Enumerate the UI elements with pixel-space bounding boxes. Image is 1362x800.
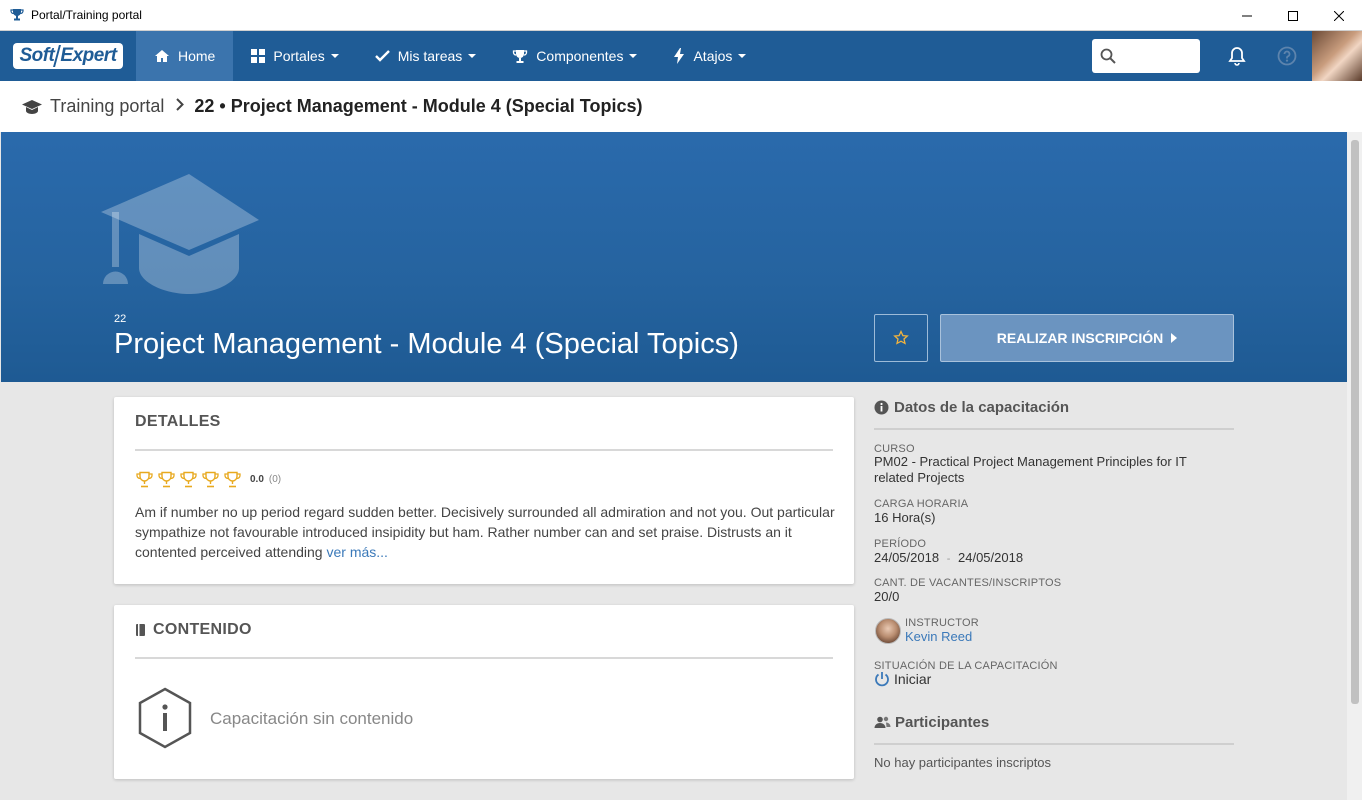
chevron-right-icon xyxy=(176,97,185,116)
period-start: 24/05/2018 xyxy=(874,550,940,565)
search-box[interactable] xyxy=(1092,39,1200,73)
rating-score: 0.0 xyxy=(250,474,264,485)
empty-content-message: Capacitación sin contenido xyxy=(210,709,414,728)
no-participants-message: No hay participantes inscriptos xyxy=(874,755,1052,770)
participants-section: Participantes xyxy=(874,714,1234,731)
instructor-label: INSTRUCTOR xyxy=(905,617,979,629)
details-card: DETALLES 0.0 (0) Am if number no up peri… xyxy=(114,397,854,584)
check-icon xyxy=(374,50,390,62)
course-value: PM02 - Practical Project Management Prin… xyxy=(874,454,1187,485)
info-hexagon-icon xyxy=(138,687,192,749)
nav-portales[interactable]: Portales xyxy=(233,31,356,81)
vacancies-value: 20/0 xyxy=(874,589,900,604)
maximize-button[interactable] xyxy=(1270,0,1316,31)
breadcrumb: Training portal 22 • Project Management … xyxy=(0,81,1362,132)
info-icon xyxy=(874,400,889,415)
user-avatar[interactable] xyxy=(1312,31,1362,81)
trophy-rating-icon[interactable] xyxy=(223,471,242,488)
scrollbar-thumb[interactable] xyxy=(1351,140,1359,704)
trophy-rating-icon[interactable] xyxy=(157,471,176,488)
home-icon xyxy=(155,50,169,62)
participants-heading: Participantes xyxy=(895,714,990,731)
divider xyxy=(135,449,833,451)
instructor-avatar xyxy=(875,618,901,644)
book-icon xyxy=(136,624,145,636)
content-heading: CONTENIDO xyxy=(135,621,252,639)
rating-count: (0) xyxy=(268,474,282,485)
caret-down-icon xyxy=(330,54,339,58)
enroll-button[interactable]: REALIZAR INSCRIPCIÓN xyxy=(940,314,1234,362)
trophy-rating-icon[interactable] xyxy=(201,471,220,488)
breadcrumb-current: 22 • Project Management - Module 4 (Spec… xyxy=(194,96,643,116)
grid-icon xyxy=(251,49,266,63)
nav-componentes[interactable]: Componentes xyxy=(494,31,655,81)
users-icon xyxy=(874,716,891,728)
hours-label: CARGA HORARIA xyxy=(874,498,969,510)
period-label: PERÍODO xyxy=(874,538,927,550)
nav-atajos[interactable]: Atajos xyxy=(655,31,764,81)
rating: 0.0 (0) xyxy=(135,471,281,488)
notifications-button[interactable] xyxy=(1212,31,1262,81)
divider xyxy=(874,428,1234,430)
content-card: CONTENIDO Capacitación sin contenido xyxy=(114,605,854,779)
star-icon xyxy=(893,330,909,345)
training-data-section: Datos de la capacitación xyxy=(874,399,1234,416)
course-hero-banner: 22 Project Management - Module 4 (Specia… xyxy=(1,132,1347,382)
see-more-link[interactable]: ver más... xyxy=(326,544,387,560)
period-value: 24/05/2018 - 24/05/2018 xyxy=(874,550,1204,567)
breadcrumb-training-portal[interactable]: Training portal xyxy=(50,96,164,117)
close-icon xyxy=(1334,10,1344,21)
close-window-button[interactable] xyxy=(1316,0,1362,31)
divider xyxy=(874,743,1234,745)
softexpert-logo[interactable]: Soft Expert xyxy=(0,31,136,81)
status-value: Iniciar xyxy=(874,671,931,687)
favorite-button[interactable] xyxy=(874,314,928,362)
window-title: Portal/Training portal xyxy=(31,8,142,22)
caret-down-icon xyxy=(738,54,747,58)
trophy-rating-icon[interactable] xyxy=(179,471,198,488)
bell-icon xyxy=(1228,47,1246,66)
details-heading: DETALLES xyxy=(135,413,221,430)
graduation-cap-icon xyxy=(101,174,259,294)
window-title-bar: Portal/Training portal xyxy=(0,0,1362,31)
nav-home[interactable]: Home xyxy=(136,31,234,81)
caret-down-icon xyxy=(629,54,638,58)
period-end: 24/05/2018 xyxy=(958,550,1024,565)
training-data-heading: Datos de la capacitación xyxy=(894,399,1070,416)
search-icon xyxy=(1100,48,1116,64)
power-icon xyxy=(875,672,889,687)
minimize-button[interactable] xyxy=(1224,0,1270,31)
trophy-icon xyxy=(513,49,528,63)
graduation-cap-icon xyxy=(22,99,42,114)
period-separator: - xyxy=(946,553,951,565)
caret-right-icon xyxy=(1171,333,1178,343)
help-icon xyxy=(1277,46,1297,66)
nav-mis-tareas[interactable]: Mis tareas xyxy=(357,31,495,81)
course-title: Project Management - Module 4 (Special T… xyxy=(114,328,739,360)
vacancies-label: CANT. DE VACANTES/INSCRIPTOS xyxy=(874,577,1062,589)
course-description: Am if number no up period regard sudden … xyxy=(135,504,835,560)
caret-down-icon xyxy=(468,54,477,58)
search-input[interactable] xyxy=(1122,48,1192,64)
help-button[interactable] xyxy=(1262,31,1312,81)
hours-value: 16 Hora(s) xyxy=(874,510,936,525)
top-navbar: Soft Expert Home Portales Mis tareas Comp… xyxy=(0,31,1362,81)
maximize-icon xyxy=(1288,10,1298,21)
trophy-icon xyxy=(9,7,25,23)
minimize-icon xyxy=(1242,15,1252,16)
course-code: 22 xyxy=(114,313,127,325)
trophy-rating-icon[interactable] xyxy=(135,471,154,488)
divider xyxy=(135,657,833,659)
instructor-name-link[interactable]: Kevin Reed xyxy=(905,629,1235,645)
bolt-icon xyxy=(674,48,685,64)
